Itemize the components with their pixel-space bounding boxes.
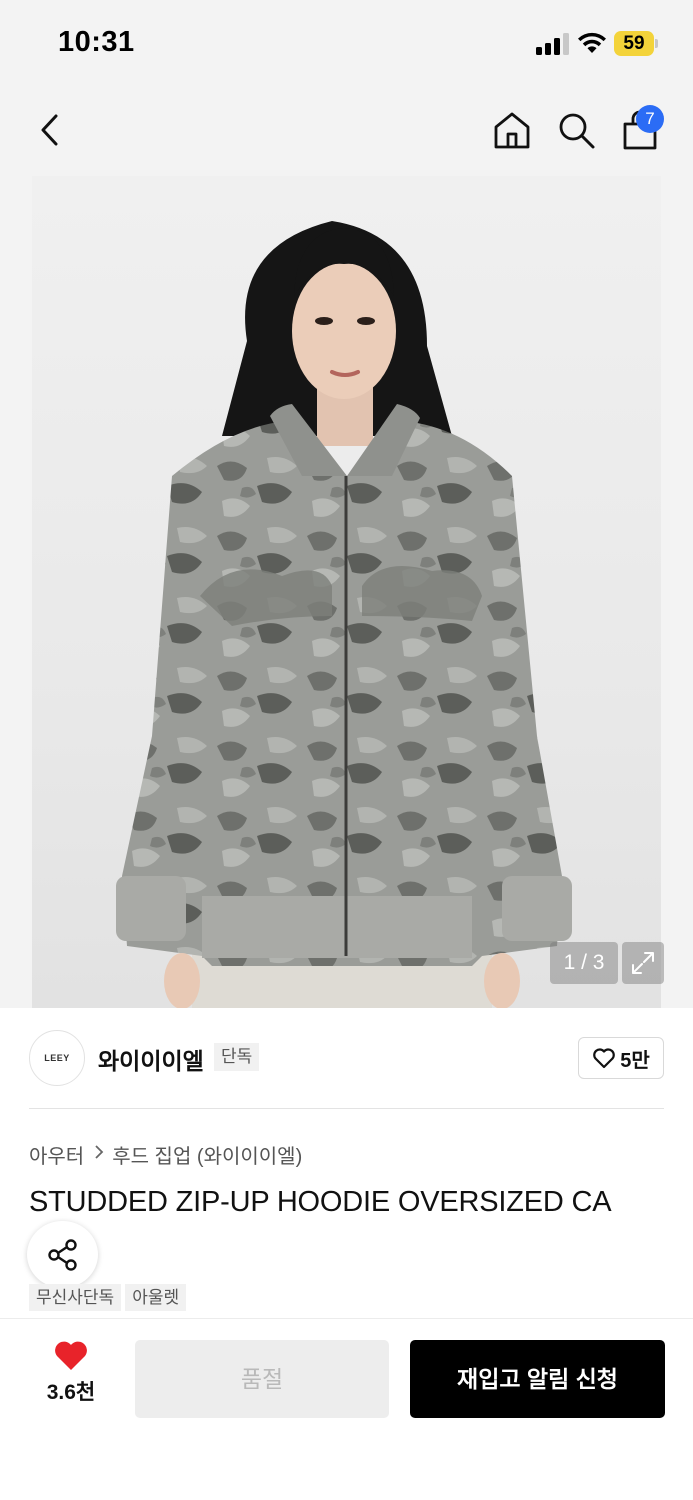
battery-icon: 59 (614, 31, 658, 56)
breadcrumb: 아우터 후드 집업 (와이이이엘) (29, 1140, 302, 1169)
soldout-button: 품절 (135, 1340, 389, 1418)
product-tags: 무신사단독 아울렛 (29, 1284, 187, 1311)
chevron-left-icon (41, 114, 58, 146)
restock-alert-button[interactable]: 재입고 알림 신청 (410, 1340, 665, 1418)
wifi-icon (576, 31, 608, 55)
product-image-gallery[interactable] (0, 176, 693, 1008)
tag-exclusive: 무신사단독 (29, 1284, 122, 1311)
home-button[interactable] (490, 108, 534, 152)
battery-level: 59 (623, 33, 645, 54)
breadcrumb-item-subcategory[interactable]: 후드 집업 (와이이이엘) (112, 1140, 302, 1169)
product-title: STUDDED ZIP-UP HOODIE OVERSIZED CA (29, 1186, 612, 1218)
heart-filled-icon (55, 1341, 87, 1370)
expand-icon (632, 952, 654, 974)
status-time: 10:31 (58, 26, 135, 58)
share-button[interactable] (27, 1221, 98, 1288)
tag-outlet: 아울렛 (125, 1284, 187, 1311)
home-icon (494, 112, 530, 149)
image-page-indicator: 1 / 3 (550, 942, 618, 984)
nav-bar (0, 88, 693, 176)
wishlist-button[interactable]: 3.6천 (30, 1340, 112, 1418)
share-icon (47, 1238, 77, 1271)
search-button[interactable] (554, 108, 598, 152)
expand-image-button[interactable] (622, 942, 664, 984)
brand-like-button[interactable]: 5만 (578, 1037, 664, 1079)
product-photo (32, 176, 661, 1008)
back-button[interactable] (28, 108, 72, 152)
heart-outline-icon (593, 1048, 616, 1069)
brand-name[interactable]: 와이이이엘 (98, 1042, 204, 1076)
brand-exclusive-tag: 단독 (214, 1043, 260, 1071)
wishlist-count: 3.6천 (46, 1381, 96, 1404)
breadcrumb-item-category[interactable]: 아우터 (29, 1140, 84, 1169)
brand-logo[interactable]: LEEY (29, 1030, 85, 1086)
status-bar: 10:31 59 (0, 0, 693, 88)
cellular-signal-icon (536, 33, 570, 55)
divider (29, 1108, 664, 1109)
chevron-right-icon (94, 1144, 104, 1165)
cart-count-badge: 7 (636, 105, 664, 133)
search-icon (559, 113, 595, 149)
brand-like-count: 5만 (620, 1049, 650, 1072)
